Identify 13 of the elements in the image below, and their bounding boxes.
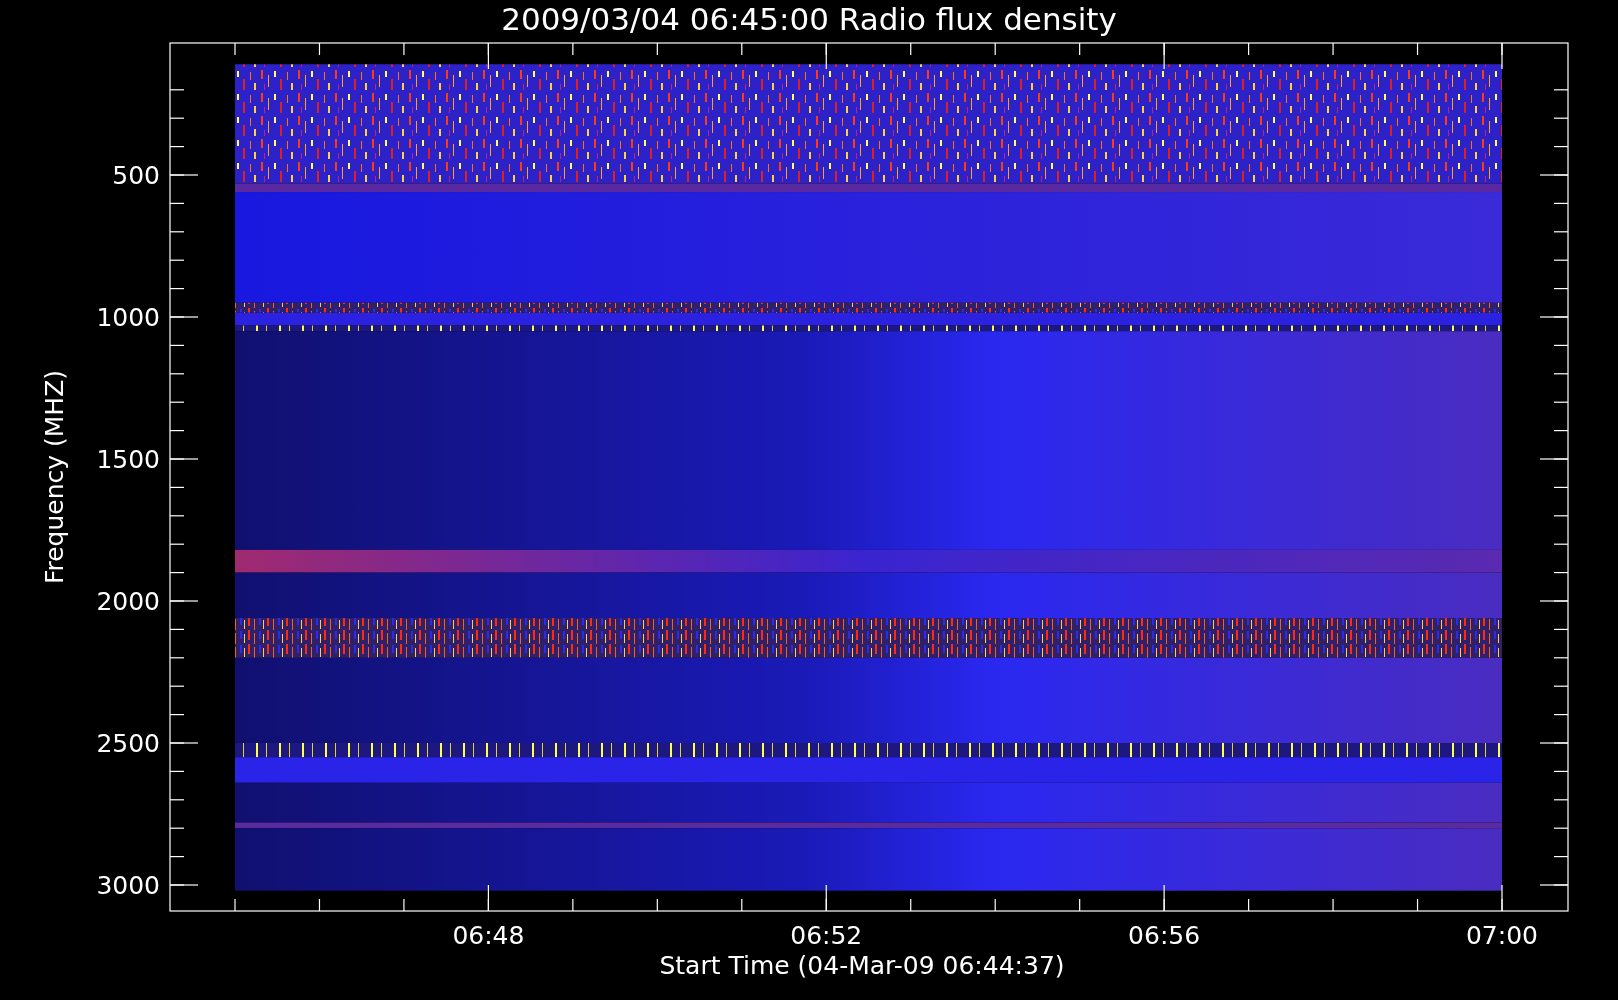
- y-tick-label: 1500: [96, 445, 160, 474]
- x-tick-label: 07:00: [1466, 921, 1538, 950]
- x-tick-label: 06:52: [790, 921, 863, 950]
- y-tick-label: 2000: [96, 587, 160, 616]
- y-tick-label: 1000: [96, 303, 160, 332]
- y-tick-label: 500: [112, 161, 160, 190]
- y-tick-label: 2500: [96, 729, 160, 758]
- chart-title: 2009/03/04 06:45:00 Radio flux density: [501, 1, 1117, 37]
- x-axis-label: Start Time (04-Mar-09 06:44:37): [659, 951, 1065, 980]
- x-tick-label: 06:56: [1128, 921, 1201, 950]
- y-axis-label: Frequency (MHZ): [40, 369, 69, 585]
- y-tick-label: 3000: [96, 871, 160, 900]
- x-tick-label: 06:48: [452, 921, 525, 950]
